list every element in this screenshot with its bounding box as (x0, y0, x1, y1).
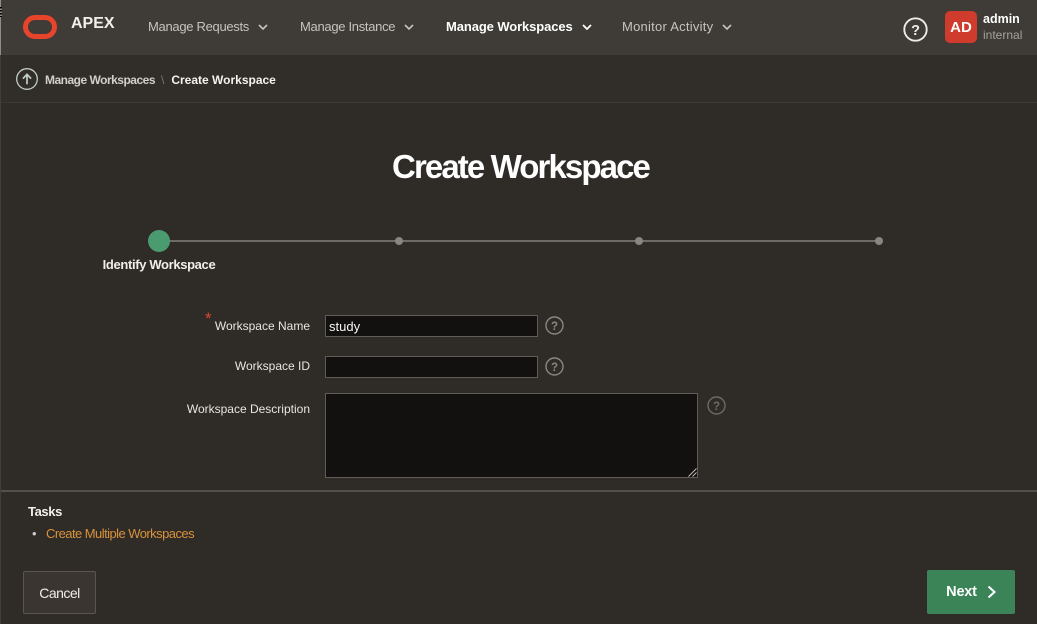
svg-text:?: ? (713, 401, 720, 413)
svg-text:?: ? (911, 22, 920, 38)
svg-text:?: ? (551, 321, 558, 333)
svg-text:?: ? (551, 362, 558, 374)
